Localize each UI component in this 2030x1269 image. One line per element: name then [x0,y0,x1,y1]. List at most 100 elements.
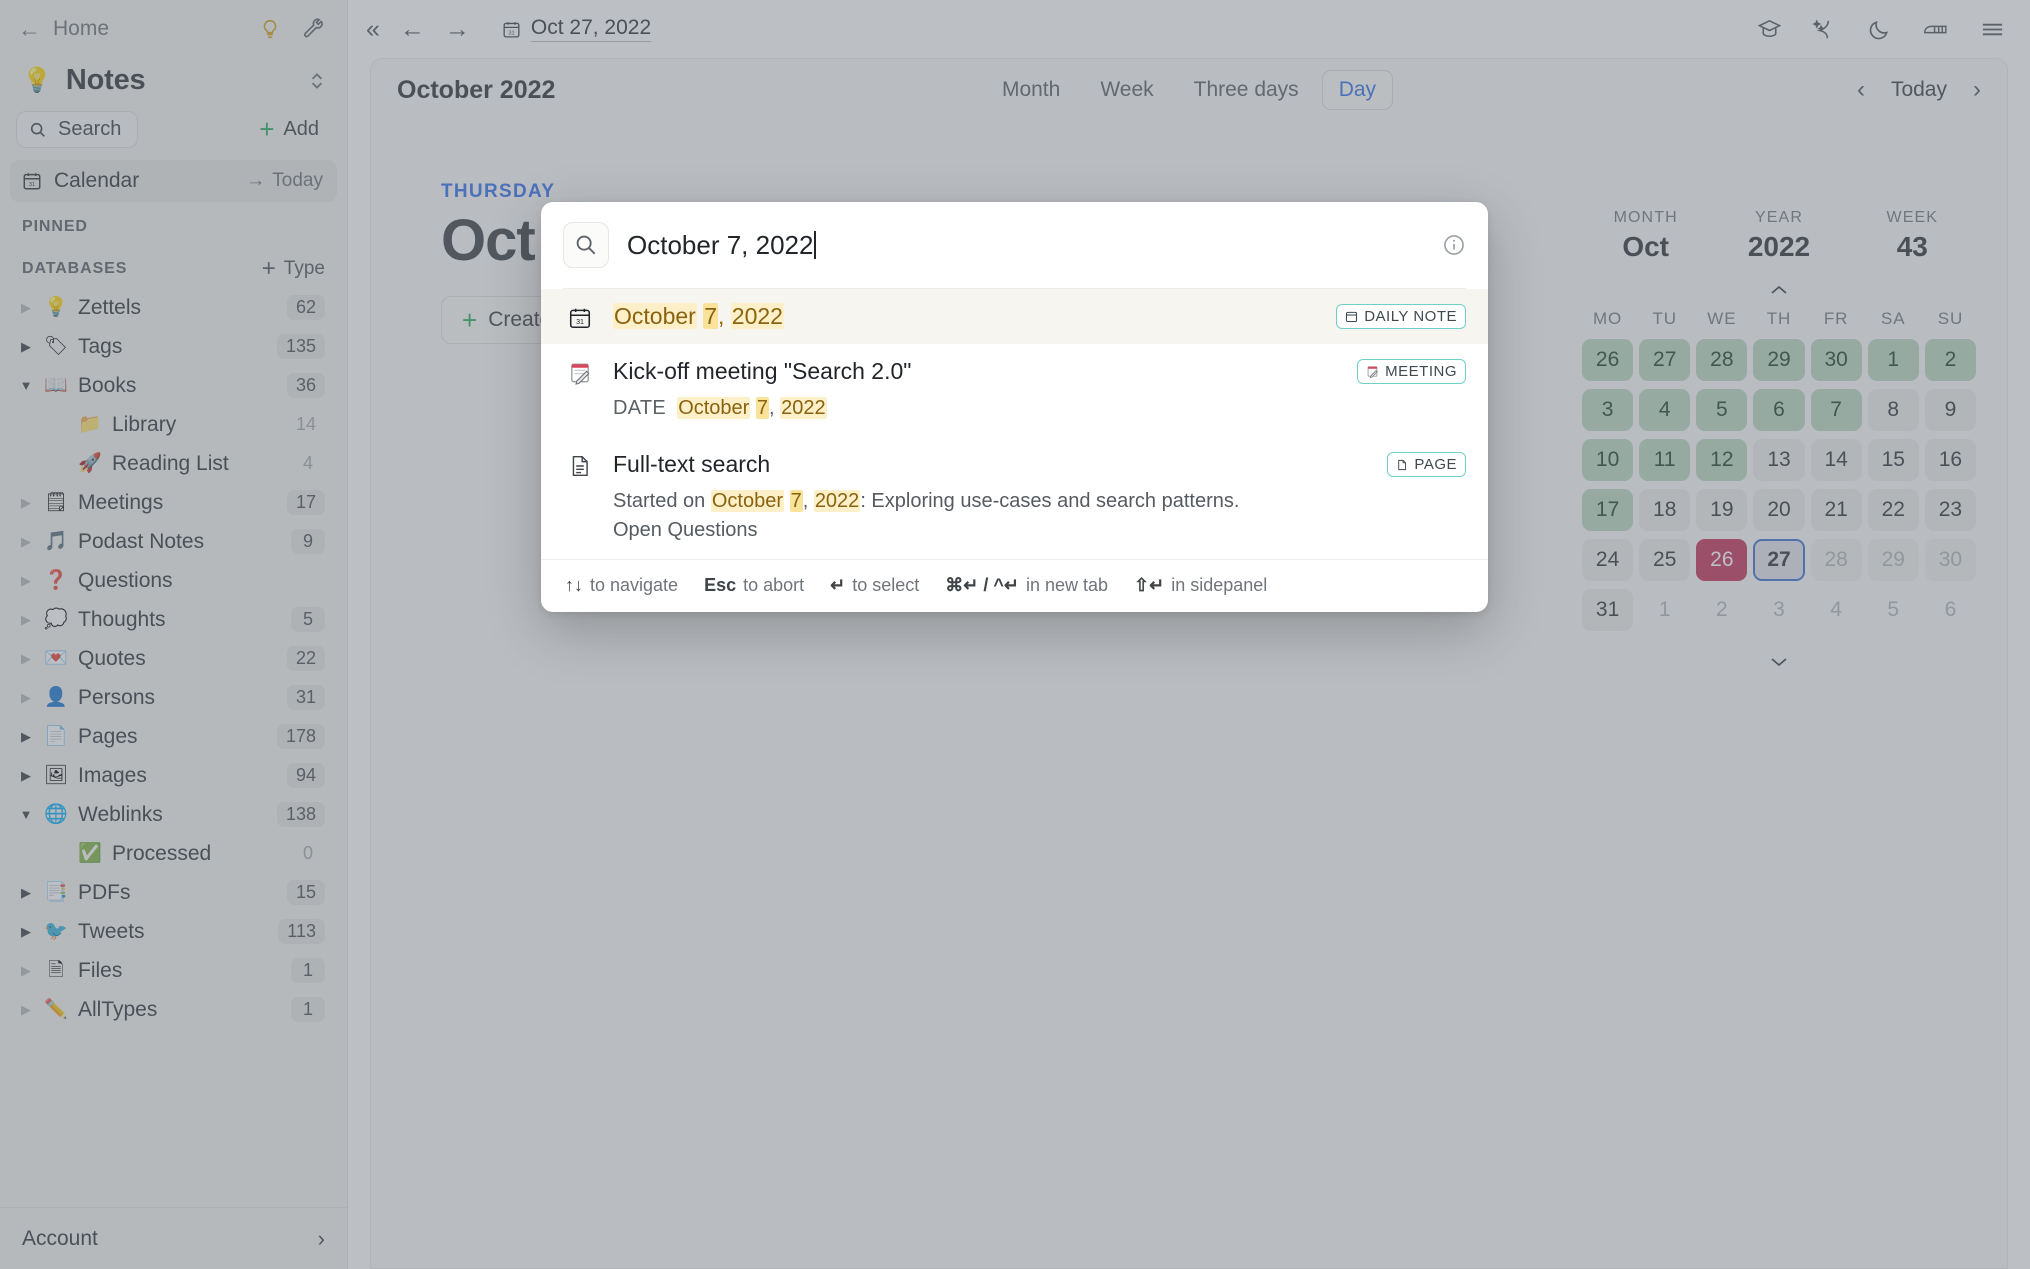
next-day-icon[interactable]: › [1973,78,1981,102]
info-icon[interactable] [1442,233,1466,257]
date-cell[interactable]: 15 [1867,439,1919,481]
chevron-down-icon[interactable]: ▼ [18,379,34,392]
collapse-sidebar-icon[interactable]: « [366,16,380,42]
bulb-icon[interactable] [259,18,281,40]
sidebar-item-alltypes[interactable]: ▶ ✏️ AllTypes 1 [0,990,347,1029]
nav-forward-icon[interactable]: → [445,16,470,42]
date-cell[interactable]: 1 [1867,339,1919,381]
search-result-item[interactable]: Kick-off meeting "Search 2.0" DATE Octobe… [541,344,1488,437]
date-cell[interactable]: 29 [1753,339,1805,381]
moon-icon[interactable] [1867,17,1892,42]
sidebar-item-books[interactable]: ▼ 📖 Books 36 [0,366,347,405]
sidebar-item-podast-notes[interactable]: ▶ 🎵 Podast Notes 9 [0,522,347,561]
chevron-right-icon[interactable]: ▶ [18,535,34,548]
search-result-item[interactable]: 31 October 7, 2022 DAILY NOTE [541,289,1488,344]
date-cell[interactable]: 6 [1925,589,1976,631]
sidebar-item-persons[interactable]: ▶ 👤 Persons 31 [0,678,347,717]
prev-day-icon[interactable]: ‹ [1857,78,1865,102]
chevron-right-icon[interactable]: ▶ [18,1003,34,1016]
chevron-right-icon[interactable]: ▶ [18,730,34,743]
sidebar-item-tags[interactable]: ▶ 🏷 Tags 135 [0,327,347,366]
sidebar-item-thoughts[interactable]: ▶ 💭 Thoughts 5 [0,600,347,639]
sidebar-item-images[interactable]: ▶ 🖼 Images 94 [0,756,347,795]
add-type-button[interactable]: + Type [262,257,325,281]
date-cell[interactable]: 21 [1810,489,1862,531]
current-date-chip[interactable]: 31 Oct 27, 2022 [502,16,652,42]
wrench-icon[interactable] [303,18,325,40]
book-icon[interactable] [1922,17,1949,42]
sidebar-item-files[interactable]: ▶ 🗎 Files 1 [0,951,347,990]
date-cell[interactable]: 27 [1639,339,1691,381]
chevron-right-icon[interactable]: ▶ [18,613,34,626]
chevron-right-icon[interactable]: ▶ [18,691,34,704]
date-cell[interactable]: 28 [1696,339,1748,381]
sidebar-item-zettels[interactable]: ▶ 💡 Zettels 62 [0,288,347,327]
date-cell[interactable]: 17 [1582,489,1634,531]
date-cell[interactable]: 18 [1639,489,1691,531]
date-cell[interactable]: 4 [1639,389,1691,431]
hamburger-menu-icon[interactable] [1979,17,2006,42]
sidebar-item-quotes[interactable]: ▶ 💌 Quotes 22 [0,639,347,678]
date-cell[interactable]: 13 [1753,439,1805,481]
nav-back-icon[interactable]: ← [400,16,425,42]
chevron-right-icon[interactable]: ▶ [18,964,34,977]
add-button[interactable]: + Add [259,116,325,142]
magic-wand-icon[interactable] [1812,17,1837,42]
sidebar-item-questions[interactable]: ▶ ❓ Questions [0,561,347,600]
mini-calendar-next-button[interactable] [1579,653,1979,675]
date-cell[interactable]: 16 [1924,439,1976,481]
date-cell[interactable]: 28 [1810,539,1862,581]
search-input[interactable]: October 7, 2022 [627,230,1424,261]
chevron-right-icon[interactable]: ▶ [18,652,34,665]
tab-day[interactable]: Day [1321,70,1394,110]
date-cell[interactable]: 20 [1753,489,1805,531]
sidebar-item-meetings[interactable]: ▶ 🗒 Meetings 17 [0,483,347,522]
date-cell[interactable]: 29 [1867,539,1919,581]
sidebar-item-tweets[interactable]: ▶ 🐦 Tweets 113 [0,912,347,951]
chevron-right-icon[interactable]: ▶ [18,925,34,938]
tab-month[interactable]: Month [985,70,1077,110]
date-cell[interactable]: 14 [1810,439,1862,481]
date-cell[interactable]: 12 [1696,439,1748,481]
date-cell[interactable]: 30 [1810,339,1862,381]
date-cell[interactable]: 23 [1924,489,1976,531]
tab-week[interactable]: Week [1083,70,1170,110]
mini-calendar-prev-button[interactable] [1579,281,1979,303]
chevron-right-icon[interactable]: › [318,1226,325,1252]
chevron-right-icon[interactable]: ▶ [18,886,34,899]
sidebar-item-library[interactable]: ▶ 📁 Library 14 [0,405,347,444]
tab-three-days[interactable]: Three days [1177,70,1316,110]
search-result-item[interactable]: Full-text search Started on October 7, 20… [541,437,1488,559]
date-cell[interactable]: 8 [1867,389,1919,431]
sidebar-title-row[interactable]: 💡 Notes [0,58,347,107]
date-cell[interactable]: 31 [1582,589,1634,631]
date-cell[interactable]: 9 [1924,389,1976,431]
date-cell[interactable]: 24 [1582,539,1634,581]
sidebar-item-weblinks[interactable]: ▼ 🌐 Weblinks 138 [0,795,347,834]
calendar-today-shortcut[interactable]: → Today [246,170,323,192]
date-cell[interactable]: 30 [1924,539,1976,581]
chevron-right-icon[interactable]: ▶ [18,340,34,353]
date-cell[interactable]: 4 [1811,589,1862,631]
today-button[interactable]: Today [1891,78,1947,102]
sidebar-item-calendar[interactable]: 31 Calendar → Today [10,160,337,202]
sidebar-item-pages[interactable]: ▶ 📄 Pages 178 [0,717,347,756]
date-cell[interactable]: 22 [1867,489,1919,531]
chevron-right-icon[interactable]: ▶ [18,574,34,587]
chevron-right-icon[interactable]: ▶ [18,496,34,509]
sidebar-item-processed[interactable]: ▶ ✅ Processed 0 [0,834,347,873]
account-row[interactable]: Account › [0,1207,347,1269]
date-cell[interactable]: 2 [1696,589,1747,631]
date-cell[interactable]: 2 [1924,339,1976,381]
back-to-home-button[interactable]: ← Home [18,17,109,41]
date-cell[interactable]: 3 [1582,389,1634,431]
date-cell[interactable]: 26 [1582,339,1634,381]
chevron-updown-icon[interactable] [309,70,325,92]
date-cell[interactable]: 25 [1639,539,1691,581]
chevron-down-icon[interactable]: ▼ [18,808,34,821]
chevron-right-icon[interactable]: ▶ [18,769,34,782]
date-cell[interactable]: 11 [1639,439,1691,481]
sidebar-item-reading-list[interactable]: ▶ 🚀 Reading List 4 [0,444,347,483]
chevron-right-icon[interactable]: ▶ [18,301,34,314]
date-cell[interactable]: 6 [1753,389,1805,431]
